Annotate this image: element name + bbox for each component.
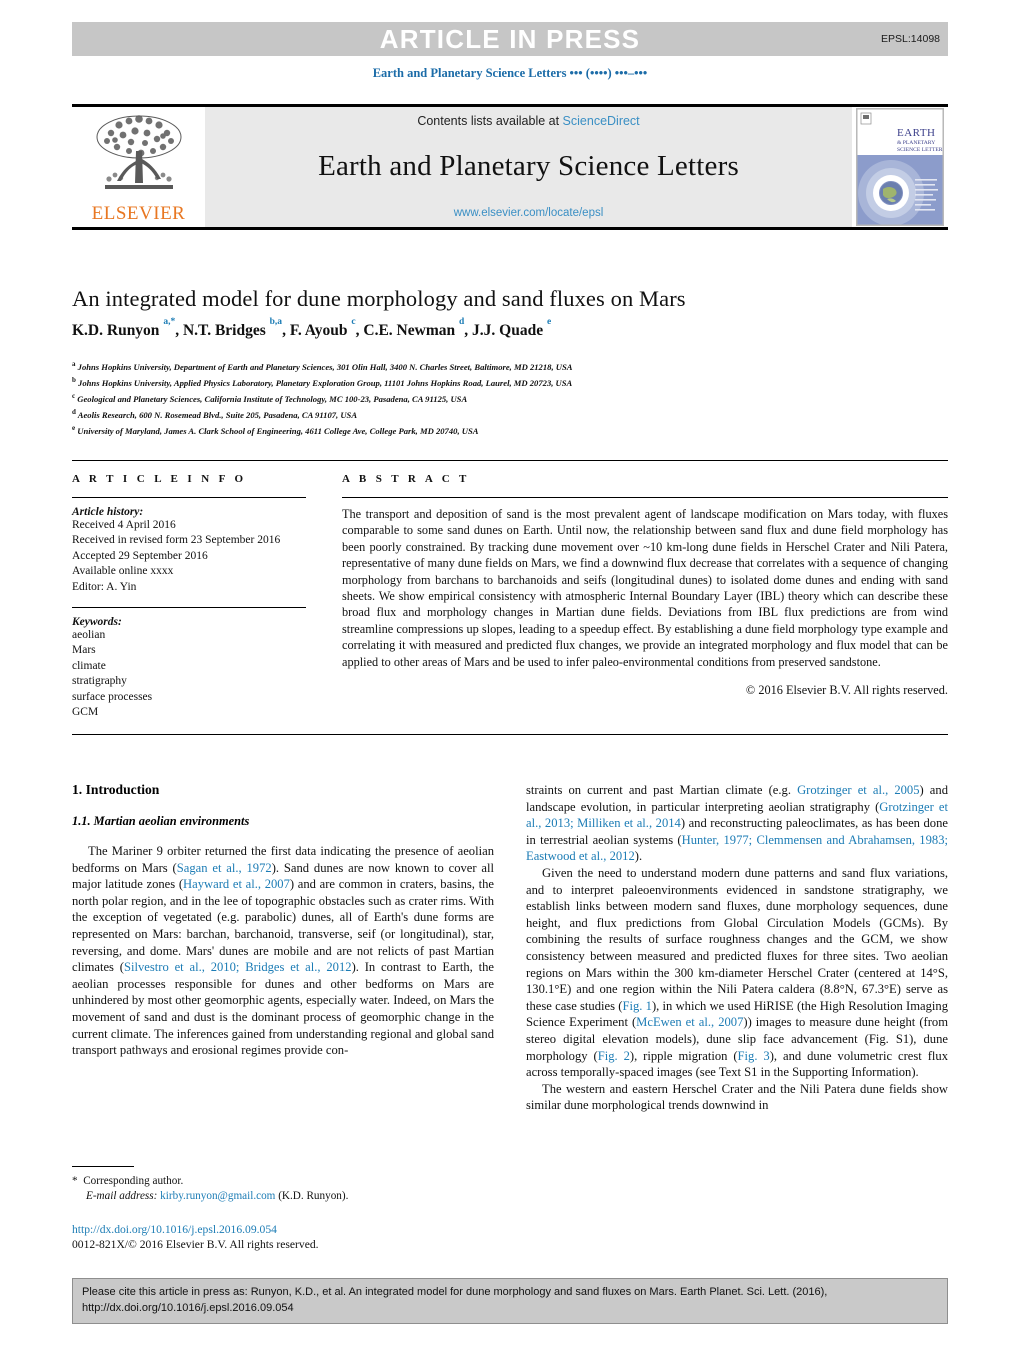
journal-running-line: Earth and Planetary Science Letters ••• … xyxy=(372,66,648,80)
keywords-label: Keywords: xyxy=(72,616,122,629)
article-history-line-3: Accepted 29 September 2016 xyxy=(72,549,208,562)
abstract-heading: A B S T R A C T xyxy=(342,473,470,485)
article-history-line-1: Received 4 April 2016 xyxy=(72,519,176,531)
affiliation-d: d Aeolis Research, 600 N. Rosemead Blvd.… xyxy=(72,408,358,421)
affiliation-list: a Johns Hopkins University, Department o… xyxy=(72,358,932,438)
footnote-rule xyxy=(72,1166,134,1167)
article-history-label: Article history: xyxy=(72,506,144,518)
article-in-press-banner: ARTICLE IN PRESS EPSL:14098 xyxy=(72,22,948,56)
affiliation-b: b Johns Hopkins University, Applied Phys… xyxy=(72,376,573,388)
keyword-3: climate xyxy=(72,659,106,672)
issn-copyright-line: 0012-821X/© 2016 Elsevier B.V. All right… xyxy=(72,1238,319,1252)
article-info-rule-top xyxy=(72,497,306,498)
affiliation-e: e University of Maryland, James A. Clark… xyxy=(72,424,479,437)
subsection-heading-martian-aeolian-environments: 1.1. Martian aeolian environments xyxy=(72,814,250,828)
article-history-lines: Received 4 April 2016 Received in revised… xyxy=(72,518,306,595)
paragraph-left-1: The Mariner 9 orbiter returned the first… xyxy=(72,844,494,1058)
article-info-rule-mid xyxy=(72,607,306,609)
svg-text:SCIENCE LETTERS: SCIENCE LETTERS xyxy=(897,147,943,153)
elsevier-wordmark: ELSEVIER xyxy=(91,203,186,224)
keyword-1: aeolian xyxy=(72,629,106,642)
contents-prefix: Contents lists available at xyxy=(417,113,563,128)
article-info-column: A R T I C L E I N F O Article history: R… xyxy=(72,473,332,720)
keyword-5: surface processes xyxy=(72,690,153,703)
cite-line-2: http://dx.doi.org/10.1016/j.epsl.2016.09… xyxy=(82,1301,294,1314)
info-abstract-block: A R T I C L E I N F O Article history: R… xyxy=(72,460,948,736)
abstract-rule xyxy=(342,497,948,498)
body-column-left: 1. Introduction 1.1. Martian aeolian env… xyxy=(72,782,494,1114)
keyword-2: Mars xyxy=(72,644,96,657)
article-history-line-2: Received in revised form 23 September 20… xyxy=(72,534,281,547)
svg-text:EARTH: EARTH xyxy=(897,127,936,139)
svg-text:& PLANETARY: & PLANETARY xyxy=(897,140,935,146)
article-info-heading: A R T I C L E I N F O xyxy=(72,473,247,485)
journal-cover-thumbnail: EARTH & PLANETARY SCIENCE LETTERS xyxy=(852,107,948,227)
doi-link[interactable]: http://dx.doi.org/10.1016/j.epsl.2016.09… xyxy=(72,1222,494,1237)
abstract-column: A B S T R A C T The transport and deposi… xyxy=(332,473,948,720)
keyword-4: stratigraphy xyxy=(72,675,127,688)
email-address-suffix: (K.D. Runyon). xyxy=(278,1190,349,1202)
author-list: K.D. Runyon a,*, N.T. Bridges b,a, F. Ay… xyxy=(72,316,552,340)
epsl-manuscript-code: EPSL:14098 xyxy=(881,33,940,45)
journal-title: Earth and Planetary Science Letters xyxy=(318,149,739,182)
abstract-text: The transport and deposition of sand is … xyxy=(342,507,948,669)
paragraph-right-3: The western and eastern Herschel Crater … xyxy=(526,1081,948,1113)
body-columns: 1. Introduction 1.1. Martian aeolian env… xyxy=(72,782,948,1114)
footnote-email-line: E-mail address: kirby.runyon@gmail.com (… xyxy=(72,1189,494,1204)
journal-homepage-link[interactable]: www.elsevier.com/locate/epsl xyxy=(454,207,604,219)
article-history-line-5: Editor: A. Yin xyxy=(72,580,137,593)
doi-block: http://dx.doi.org/10.1016/j.epsl.2016.09… xyxy=(72,1222,494,1253)
footnote-corresponding-line: * Corresponding author. xyxy=(72,1174,494,1189)
keywords-lines: aeolian Mars climate stratigraphy surface pr… xyxy=(72,628,306,720)
section-heading-introduction: 1. Introduction xyxy=(72,782,160,797)
cite-line-1: Please cite this article in press as: Ru… xyxy=(82,1286,828,1298)
body-column-right: straints on current and past Martian cli… xyxy=(526,782,948,1114)
affiliation-c: c Geological and Planetary Sciences, Cal… xyxy=(72,392,468,404)
corresponding-author-footnote: * Corresponding author. E-mail address: … xyxy=(72,1166,494,1204)
elsevier-tree-icon xyxy=(96,115,181,189)
footnote-corresponding-text: Corresponding author. xyxy=(83,1175,184,1187)
masthead-center: Contents lists available at ScienceDirec… xyxy=(205,107,852,227)
journal-cover-image: EARTH & PLANETARY SCIENCE LETTERS xyxy=(856,108,944,226)
elsevier-logo: ELSEVIER xyxy=(72,107,205,227)
abstract-copyright: © 2016 Elsevier B.V. All rights reserved… xyxy=(745,683,948,698)
journal-masthead: ELSEVIER Contents lists available at Sci… xyxy=(72,104,948,230)
contents-lists-line: Contents lists available at ScienceDirec… xyxy=(417,114,639,128)
article-in-press-label: ARTICLE IN PRESS xyxy=(379,23,641,54)
footnote-star: * xyxy=(72,1175,78,1187)
article-page: ARTICLE IN PRESS EPSL:14098 Earth and Pl… xyxy=(0,0,1020,1351)
paragraph-right-2: Given the need to understand modern dune… xyxy=(526,865,949,1080)
email-address-link[interactable]: kirby.runyon@gmail.com xyxy=(160,1190,275,1202)
article-title: An integrated model for dune morphology … xyxy=(72,286,686,311)
affiliation-a: a Johns Hopkins University, Department o… xyxy=(72,360,573,372)
paragraph-right-1: straints on current and past Martian cli… xyxy=(526,783,948,864)
keyword-6: GCM xyxy=(72,706,99,719)
sciencedirect-link[interactable]: ScienceDirect xyxy=(563,114,640,128)
cover-artwork-icon: EARTH & PLANETARY SCIENCE LETTERS xyxy=(857,109,943,225)
email-address-label: E-mail address: xyxy=(86,1190,158,1202)
please-cite-box: Please cite this article in press as: Ru… xyxy=(72,1278,948,1324)
article-history-line-4: Available online xxxx xyxy=(72,565,174,578)
